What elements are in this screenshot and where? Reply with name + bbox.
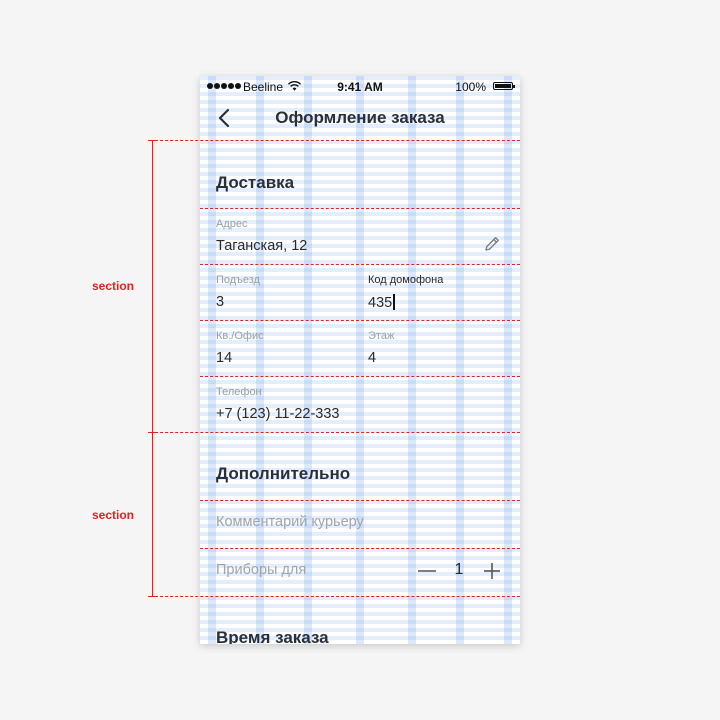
row-divider — [200, 500, 520, 501]
section-boundary — [150, 140, 520, 141]
intercom-label: Код домофона — [368, 274, 444, 286]
entrance-label: Подъезд — [216, 274, 260, 286]
battery-icon — [493, 82, 515, 90]
row-divider — [200, 264, 520, 265]
section-annotation-label: section — [92, 279, 135, 293]
order-time-heading: Время заказа — [216, 628, 329, 644]
section-bracket — [152, 432, 153, 596]
row-divider — [200, 208, 520, 209]
apartment-label: Кв./Офис — [216, 330, 264, 342]
row-divider — [200, 548, 520, 549]
additional-heading: Дополнительно — [216, 464, 351, 483]
phone-field[interactable]: +7 (123) 11-22-333 — [216, 406, 339, 422]
phone-label: Телефон — [216, 386, 262, 398]
address-field[interactable]: Таганская, 12 — [216, 238, 307, 254]
floor-field[interactable]: 4 — [368, 350, 376, 366]
delivery-heading: Доставка — [216, 173, 295, 192]
address-label: Адрес — [216, 218, 248, 230]
apartment-field[interactable]: 14 — [216, 350, 232, 366]
minus-icon[interactable] — [416, 560, 438, 582]
section-boundary — [150, 432, 520, 433]
pencil-edit-icon[interactable] — [482, 234, 502, 254]
page-title: Оформление заказа — [275, 108, 445, 127]
text-cursor — [393, 294, 395, 310]
phone-screen: Beeline 9:41 AM 100% Оформление заказа Д… — [200, 76, 520, 644]
battery-percent: 100% — [455, 80, 486, 94]
status-bar: Beeline 9:41 AM 100% — [200, 76, 520, 96]
entrance-field[interactable]: 3 — [216, 294, 224, 310]
row-divider — [200, 376, 520, 377]
section-boundary — [150, 596, 520, 597]
section-bracket — [152, 140, 153, 432]
intercom-value: 435 — [368, 295, 393, 311]
floor-label: Этаж — [368, 330, 395, 342]
section-annotation-label: section — [92, 508, 135, 522]
cutlery-label: Приборы для — [216, 562, 307, 578]
intercom-field[interactable]: 435 — [368, 294, 395, 311]
plus-icon[interactable] — [481, 560, 503, 582]
courier-comment-input[interactable]: Комментарий курьеру — [216, 514, 364, 530]
cutlery-count: 1 — [454, 561, 464, 578]
row-divider — [200, 320, 520, 321]
